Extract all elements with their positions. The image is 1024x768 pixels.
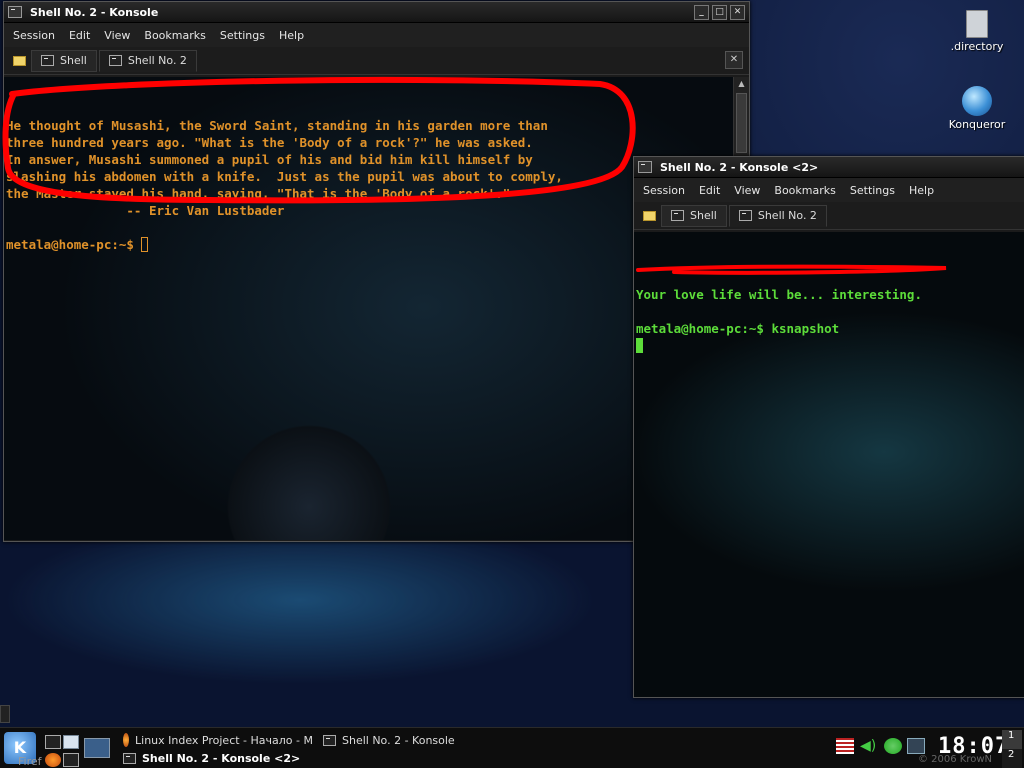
- taskbar-preview-label: Firef: [18, 754, 42, 768]
- task-label: Shell No. 2 - Konsole <2>: [142, 751, 301, 765]
- minimize-button[interactable]: _: [694, 4, 709, 20]
- menu-view[interactable]: View: [97, 29, 137, 42]
- desktop-icon-konqueror[interactable]: Konqueror: [942, 86, 1012, 131]
- window-title: Shell No. 2 - Konsole: [30, 5, 159, 19]
- tab-bar: Shell Shell No. 2: [634, 202, 1024, 230]
- terminal-icon: [323, 734, 336, 746]
- show-desktop-icon[interactable]: [84, 738, 110, 758]
- window-titlebar[interactable]: Shell No. 2 - Konsole _ □ ✕: [4, 2, 749, 23]
- terminal-area[interactable]: Your love life will be... interesting. m…: [634, 232, 1024, 697]
- task-label: Shell No. 2 - Konsole: [342, 733, 455, 747]
- fortune-quote-line: the Master stayed his hand, saying, "Tha…: [6, 186, 511, 201]
- fortune-quote-line: slashing his abdomen with a knife. Just …: [6, 169, 563, 184]
- menu-settings[interactable]: Settings: [213, 29, 272, 42]
- shell-prompt: metala@home-pc:~$: [6, 237, 142, 252]
- fortune-quote-line: He thought of Musashi, the Sword Saint, …: [6, 118, 548, 133]
- terminal-icon: [41, 55, 54, 66]
- terminal-icon: [108, 55, 122, 66]
- close-tab-button[interactable]: ✕: [725, 51, 743, 69]
- panel-hide-arrow[interactable]: [0, 705, 10, 723]
- konsole-window-2: Shell No. 2 - Konsole <2> Session Edit V…: [633, 156, 1024, 698]
- wallpaper-credit: © 2006 KrowN: [918, 754, 993, 765]
- terminal-icon: [123, 752, 136, 764]
- terminal-cursor: [141, 237, 149, 252]
- new-tab-button[interactable]: [7, 51, 31, 71]
- menu-settings[interactable]: Settings: [843, 184, 902, 197]
- tab-shell-no-2[interactable]: Shell No. 2: [728, 204, 827, 227]
- terminal-launcher-icon[interactable]: [63, 753, 79, 767]
- close-button[interactable]: ✕: [730, 4, 745, 20]
- network-manager-icon[interactable]: [907, 738, 925, 754]
- tab-label: Shell: [690, 209, 717, 222]
- new-session-icon: [642, 210, 656, 221]
- menu-help[interactable]: Help: [272, 29, 311, 42]
- menubar: Session Edit View Bookmarks Settings Hel…: [4, 23, 749, 47]
- menu-edit[interactable]: Edit: [692, 184, 727, 197]
- task-konsole-1[interactable]: Shell No. 2 - Konsole: [323, 731, 455, 749]
- desktop-icon-label: Konqueror: [948, 118, 1006, 131]
- terminal-launcher-icon[interactable]: [45, 735, 61, 749]
- new-session-icon: [12, 55, 26, 66]
- terminal-area[interactable]: He thought of Musashi, the Sword Saint, …: [4, 77, 733, 540]
- menu-view[interactable]: View: [727, 184, 767, 197]
- maximize-button[interactable]: □: [712, 4, 727, 20]
- file-icon: [966, 10, 988, 38]
- menu-edit[interactable]: Edit: [62, 29, 97, 42]
- network-status-icon[interactable]: [884, 738, 902, 754]
- firefox-icon: [123, 733, 130, 747]
- window-title: Shell No. 2 - Konsole <2>: [660, 160, 819, 174]
- window-titlebar[interactable]: Shell No. 2 - Konsole <2>: [634, 157, 1024, 178]
- menu-bookmarks[interactable]: Bookmarks: [137, 29, 212, 42]
- tab-shell-no-2[interactable]: Shell No. 2: [98, 49, 197, 72]
- task-konsole-2[interactable]: Shell No. 2 - Konsole <2>: [123, 749, 300, 767]
- tab-shell[interactable]: Shell: [31, 49, 97, 72]
- tab-label: Shell No. 2: [757, 209, 817, 222]
- konqueror-icon: [962, 86, 992, 116]
- menu-session[interactable]: Session: [6, 29, 62, 42]
- menu-session[interactable]: Session: [636, 184, 692, 197]
- task-label: Linux Index Project - Начало - M: [135, 733, 313, 747]
- pager-desktop-2[interactable]: 2: [1002, 749, 1022, 768]
- desktop-icon-label: .directory: [950, 40, 1004, 53]
- konsole-icon: [8, 6, 22, 18]
- fortune-quote-line: three hundred years ago. "What is the 'B…: [6, 135, 533, 150]
- shell-prompt: metala@home-pc:~$: [636, 321, 772, 336]
- menu-help[interactable]: Help: [902, 184, 941, 197]
- tab-label: Shell No. 2: [127, 54, 187, 67]
- new-tab-button[interactable]: [637, 206, 661, 226]
- terminal-icon: [671, 210, 684, 221]
- fortune-quote-attribution: -- Eric Van Lustbader: [6, 203, 285, 218]
- scroll-up-arrow[interactable]: ▲: [734, 77, 749, 91]
- konsole-icon: [638, 161, 652, 173]
- terminal-cursor: [636, 338, 643, 353]
- menubar: Session Edit View Bookmarks Settings Hel…: [634, 178, 1024, 202]
- keyboard-layout-flag-icon[interactable]: [836, 738, 854, 754]
- tab-bar: Shell Shell No. 2 ✕: [4, 47, 749, 75]
- tab-label: Shell: [60, 54, 87, 67]
- scrollbar-thumb[interactable]: [736, 93, 747, 153]
- shell-command: ksnapshot: [771, 321, 840, 336]
- menu-bookmarks[interactable]: Bookmarks: [767, 184, 842, 197]
- task-firefox[interactable]: Linux Index Project - Начало - M: [123, 731, 313, 749]
- fortune-quote-line: In answer, Musashi summoned a pupil of h…: [6, 152, 533, 167]
- tab-shell[interactable]: Shell: [661, 204, 727, 227]
- desktop-icon-directory[interactable]: .directory: [942, 10, 1012, 53]
- taskbar-panel: K Firef Linux Index Project - Начало - M…: [0, 727, 1024, 768]
- calendar-launcher-icon[interactable]: [63, 735, 79, 749]
- volume-icon[interactable]: ◀): [860, 738, 878, 754]
- pager-desktop-1[interactable]: 1: [1002, 730, 1022, 749]
- fortune-message: Your love life will be... interesting.: [636, 287, 922, 302]
- firefox-launcher-icon[interactable]: [45, 753, 61, 767]
- terminal-icon: [738, 210, 752, 221]
